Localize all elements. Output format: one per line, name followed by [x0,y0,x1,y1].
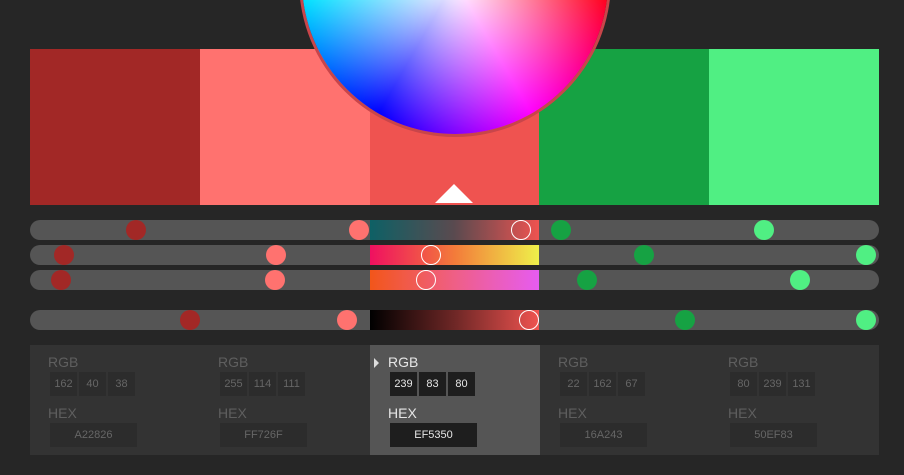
active-caret-icon [374,358,379,368]
hex-label: HEX [218,405,247,421]
rgb-label: RGB [728,354,759,370]
swatch-1[interactable] [30,49,200,205]
saturation-handle-4[interactable] [633,245,654,265]
saturation-handle-2[interactable] [266,245,287,265]
brightness-handle-4[interactable] [675,310,696,330]
brightness-handle-2[interactable] [336,310,357,330]
hex-label: HEX [728,405,757,421]
color-card-1[interactable]: RGB 162 40 38 HEX A22826 [30,345,200,455]
green-field[interactable]: 114 [249,372,276,396]
rgb-label: RGB [558,354,589,370]
saturation-handle-5[interactable] [856,245,877,265]
hex-field[interactable]: 50EF83 [730,423,817,447]
hue-handle-5[interactable] [754,220,775,240]
hex-field[interactable]: EF5350 [390,423,477,447]
green-field[interactable]: 162 [589,372,616,396]
blue-field[interactable]: 111 [278,372,305,396]
lightness-handle-4[interactable] [576,270,597,290]
brightness-handle-5[interactable] [856,310,877,330]
saturation-slider-gradient [370,245,539,265]
active-swatch-pointer-icon [435,184,473,203]
blue-field[interactable]: 80 [448,372,475,396]
brightness-slider[interactable] [30,310,879,330]
color-values-panel: RGB 162 40 38 HEX A22826 RGB 255 114 111… [30,345,879,455]
hex-label: HEX [48,405,77,421]
lightness-slider[interactable] [30,270,879,290]
hue-handle-4[interactable] [550,220,571,240]
red-field[interactable]: 255 [220,372,247,396]
color-card-4[interactable]: RGB 22 162 67 HEX 16A243 [540,345,710,455]
lightness-slider-gradient [370,270,539,290]
hex-field[interactable]: FF726F [220,423,307,447]
brightness-slider-gradient [370,310,539,330]
blue-field[interactable]: 38 [108,372,135,396]
swatch-5[interactable] [709,49,879,205]
saturation-handle-3[interactable] [420,245,441,265]
color-card-3[interactable]: RGB 239 83 80 HEX EF5350 [370,345,540,455]
saturation-handle-1[interactable] [53,245,74,265]
color-card-5[interactable]: RGB 80 239 131 HEX 50EF83 [710,345,880,455]
rgb-label: RGB [218,354,249,370]
rgb-label: RGB [48,354,79,370]
red-field[interactable]: 80 [730,372,757,396]
hex-field[interactable]: 16A243 [560,423,647,447]
green-field[interactable]: 239 [759,372,786,396]
hue-handle-1[interactable] [126,220,147,240]
blue-field[interactable]: 67 [618,372,645,396]
green-field[interactable]: 40 [79,372,106,396]
red-field[interactable]: 162 [50,372,77,396]
color-card-2[interactable]: RGB 255 114 111 HEX FF726F [200,345,370,455]
red-field[interactable]: 239 [390,372,417,396]
hue-slider[interactable] [30,220,879,240]
hue-handle-3[interactable] [510,220,531,240]
green-field[interactable]: 83 [419,372,446,396]
saturation-slider[interactable] [30,245,879,265]
hex-field[interactable]: A22826 [50,423,137,447]
hue-handle-2[interactable] [349,220,370,240]
lightness-handle-5[interactable] [790,270,811,290]
lightness-handle-2[interactable] [264,270,285,290]
lightness-handle-1[interactable] [51,270,72,290]
hex-label: HEX [388,405,417,421]
rgb-label: RGB [388,354,419,370]
hex-label: HEX [558,405,587,421]
red-field[interactable]: 22 [560,372,587,396]
brightness-handle-1[interactable] [179,310,200,330]
blue-field[interactable]: 131 [788,372,815,396]
